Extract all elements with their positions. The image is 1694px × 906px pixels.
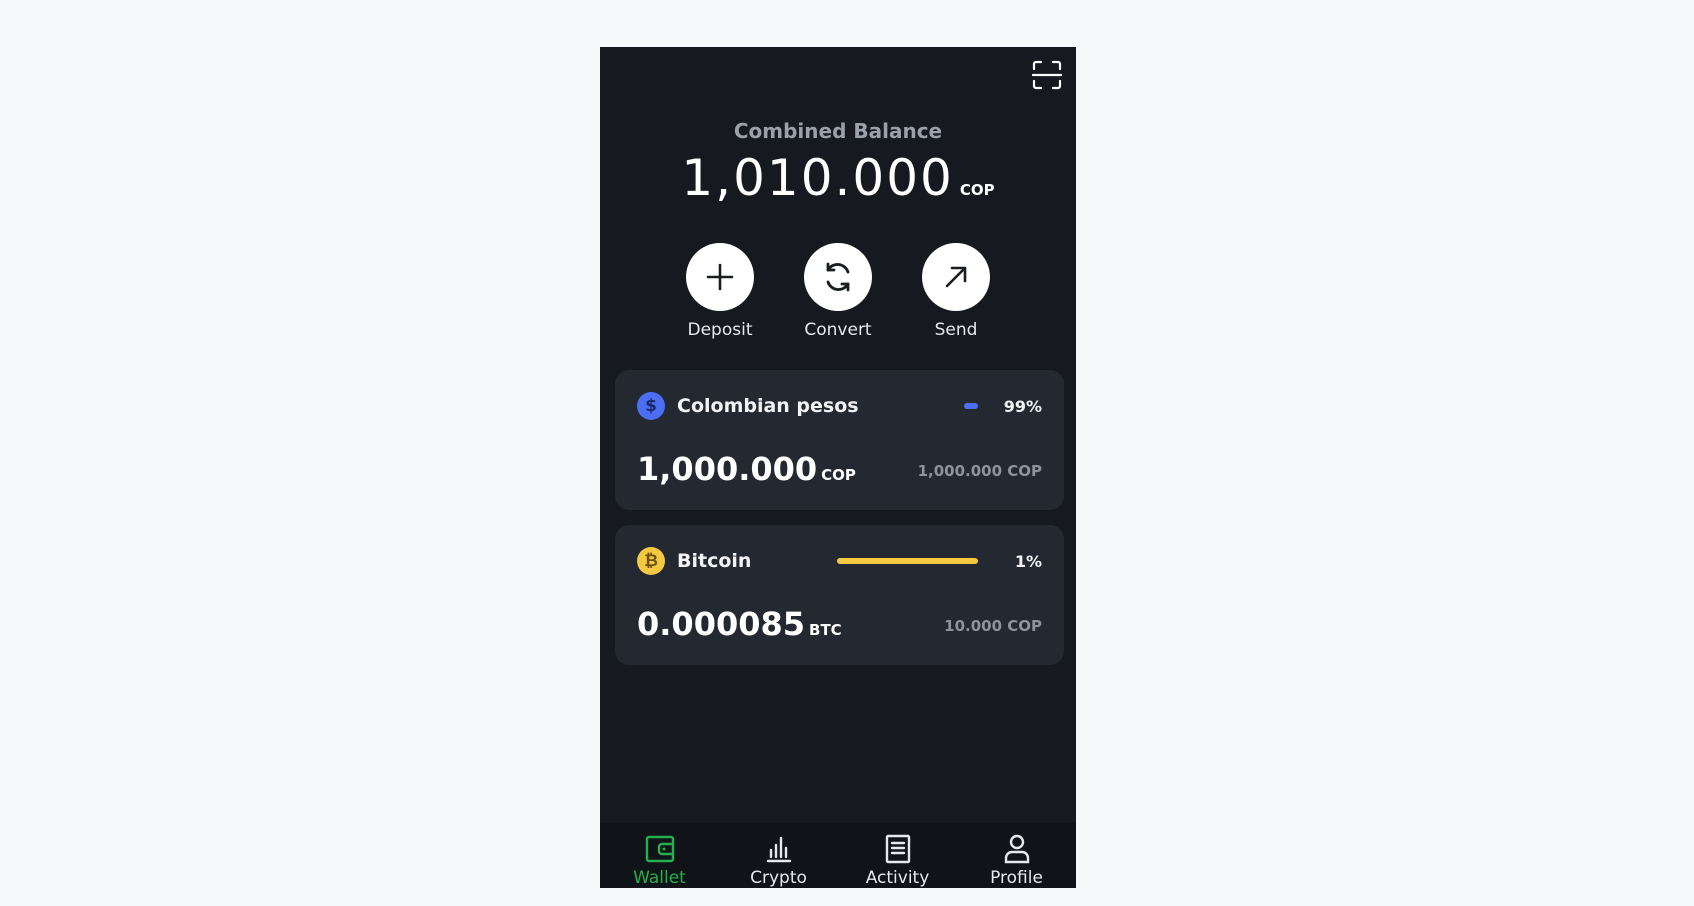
bitcoin-icon: ₿ [637,547,665,575]
combined-balance-amount: 1,010.000 [681,149,954,207]
scan-button[interactable] [1031,59,1063,91]
asset-amount-row-colombian-pesos: 1,000.000 COP [637,450,856,488]
wallet-icon [644,833,676,865]
bar-chart-icon [763,833,795,865]
nav-item-crypto[interactable]: Crypto [719,823,838,888]
wallet-screen: Combined Balance 1,010.000 COP Deposit C… [600,47,1076,888]
nav-item-profile[interactable]: Profile [957,823,1076,888]
convert-circle [804,243,872,311]
nav-label-profile: Profile [990,868,1043,888]
asset-name-colombian-pesos: Colombian pesos [677,395,859,417]
asset-name-bitcoin: Bitcoin [677,550,752,572]
plus-icon [706,263,734,291]
asset-value-bitcoin: 10.000 COP [944,617,1042,635]
deposit-button[interactable]: Deposit [685,243,755,340]
convert-button[interactable]: Convert [803,243,873,340]
nav-label-activity: Activity [865,868,930,888]
send-button[interactable]: Send [921,243,991,340]
combined-balance-label: Combined Balance [733,119,943,143]
deposit-label: Deposit [687,320,753,340]
document-icon [882,833,914,865]
refresh-icon [826,262,850,292]
asset-value-colombian-pesos: 1,000.000 COP [917,462,1042,480]
send-label: Send [934,320,978,340]
allocation-percent-bitcoin: 1% [1014,552,1042,571]
dollar-glyph: $ [645,396,657,416]
convert-label: Convert [804,320,872,340]
dollar-icon: $ [637,392,665,420]
nav-label-wallet: Wallet [633,868,686,888]
bottom-nav: Wallet Crypto Activity Profile [600,823,1076,888]
scan-icon [1032,60,1062,90]
asset-unit-bitcoin: BTC [809,621,842,639]
asset-amount-bitcoin: 0.000085 [637,605,806,643]
asset-amount-row-bitcoin: 0.000085 BTC [637,605,842,643]
asset-card-colombian-pesos[interactable]: $ Colombian pesos 99% 1,000.000 COP 1,00… [615,370,1064,510]
combined-balance-currency: COP [959,181,995,199]
asset-card-bitcoin[interactable]: ₿ Bitcoin 1% 0.000085 BTC 10.000 COP [615,525,1064,665]
nav-item-wallet[interactable]: Wallet [600,823,719,888]
deposit-circle [686,243,754,311]
allocation-bar-bitcoin [837,558,978,564]
user-icon [1001,833,1033,865]
asset-unit-colombian-pesos: COP [821,466,856,484]
send-circle [922,243,990,311]
nav-item-activity[interactable]: Activity [838,823,957,888]
nav-label-crypto: Crypto [750,868,807,888]
combined-balance: 1,010.000 COP [600,149,1076,207]
allocation-percent-colombian-pesos: 99% [1003,397,1042,416]
bitcoin-glyph: ₿ [644,551,658,571]
asset-amount-colombian-pesos: 1,000.000 [637,450,818,488]
allocation-bar-colombian-pesos [964,403,978,409]
quick-actions: Deposit Convert Send [600,243,1076,340]
arrow-up-right-icon [945,266,967,288]
